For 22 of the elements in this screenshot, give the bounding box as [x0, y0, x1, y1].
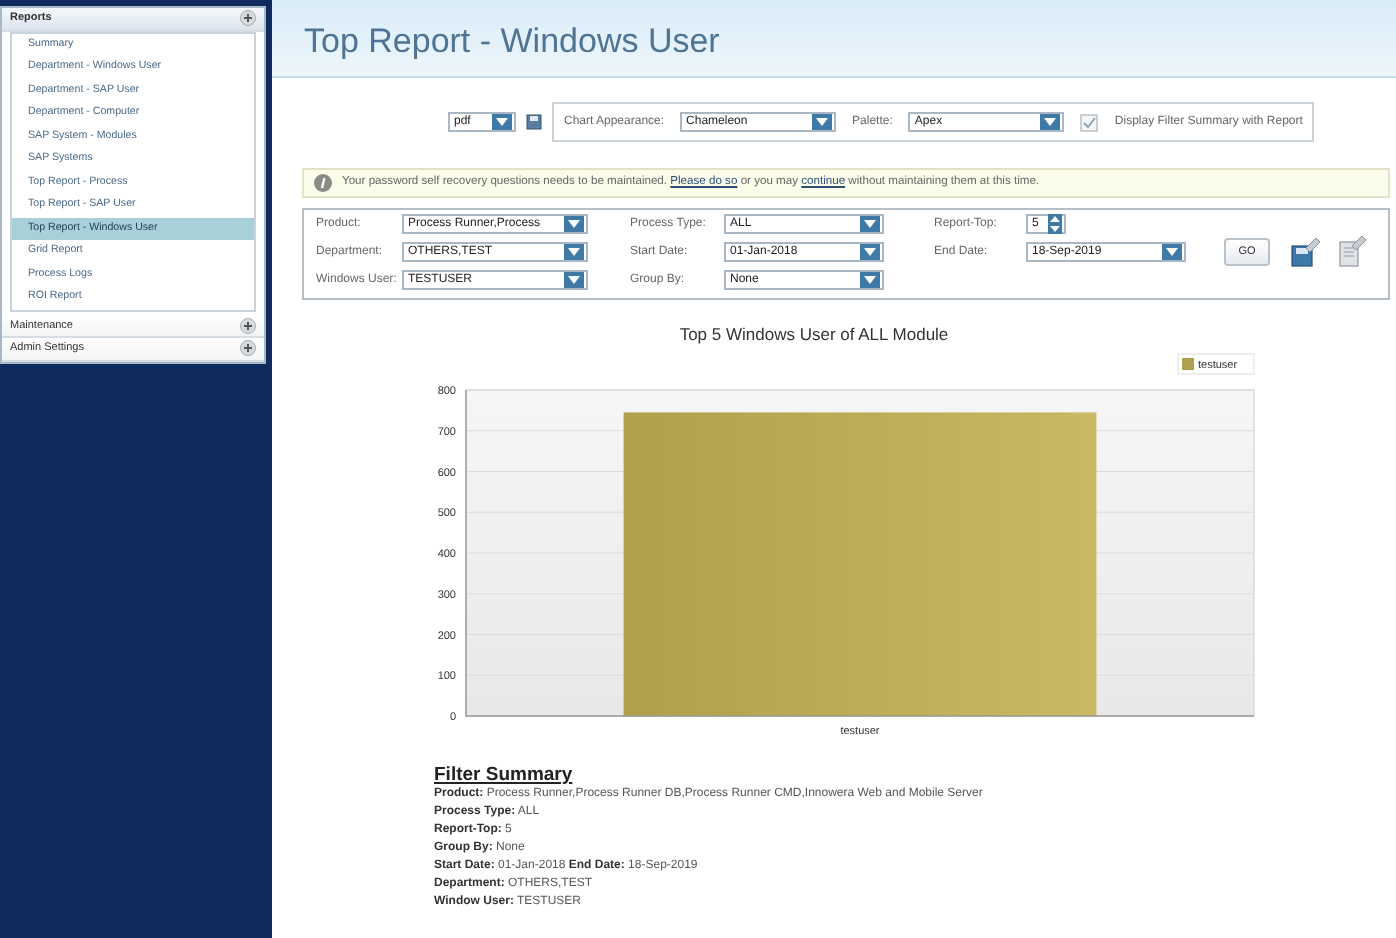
expand-icon[interactable] — [240, 317, 256, 334]
dropdown-arrow-icon — [860, 244, 880, 260]
save-icon[interactable] — [526, 114, 542, 130]
document-icon[interactable] — [1338, 236, 1366, 268]
page-title: Top Report - Windows User — [304, 22, 720, 60]
dropdown-arrow-icon — [812, 114, 833, 130]
filter-summary-title: Filter Summary — [434, 763, 575, 786]
dropdown-arrow-icon — [564, 216, 584, 232]
spinner-arrows-icon[interactable] — [1048, 214, 1062, 234]
dropdown-arrow-icon — [860, 272, 880, 288]
dropdown-arrow-icon — [860, 216, 880, 232]
expand-icon[interactable] — [240, 340, 256, 357]
dropdown-arrow-icon — [1040, 114, 1061, 130]
checkbox[interactable] — [1080, 113, 1099, 131]
dropdown-arrow-icon — [1162, 244, 1182, 260]
info-icon — [314, 174, 332, 192]
export-icon[interactable] — [1290, 236, 1322, 268]
dropdown-arrow-icon — [564, 272, 584, 288]
expand-icon[interactable] — [240, 10, 256, 27]
dropdown-arrow-icon — [564, 244, 584, 260]
dropdown-arrow-icon — [492, 114, 512, 130]
chart-title: Top 5 Windows User of ALL Module — [677, 322, 951, 348]
